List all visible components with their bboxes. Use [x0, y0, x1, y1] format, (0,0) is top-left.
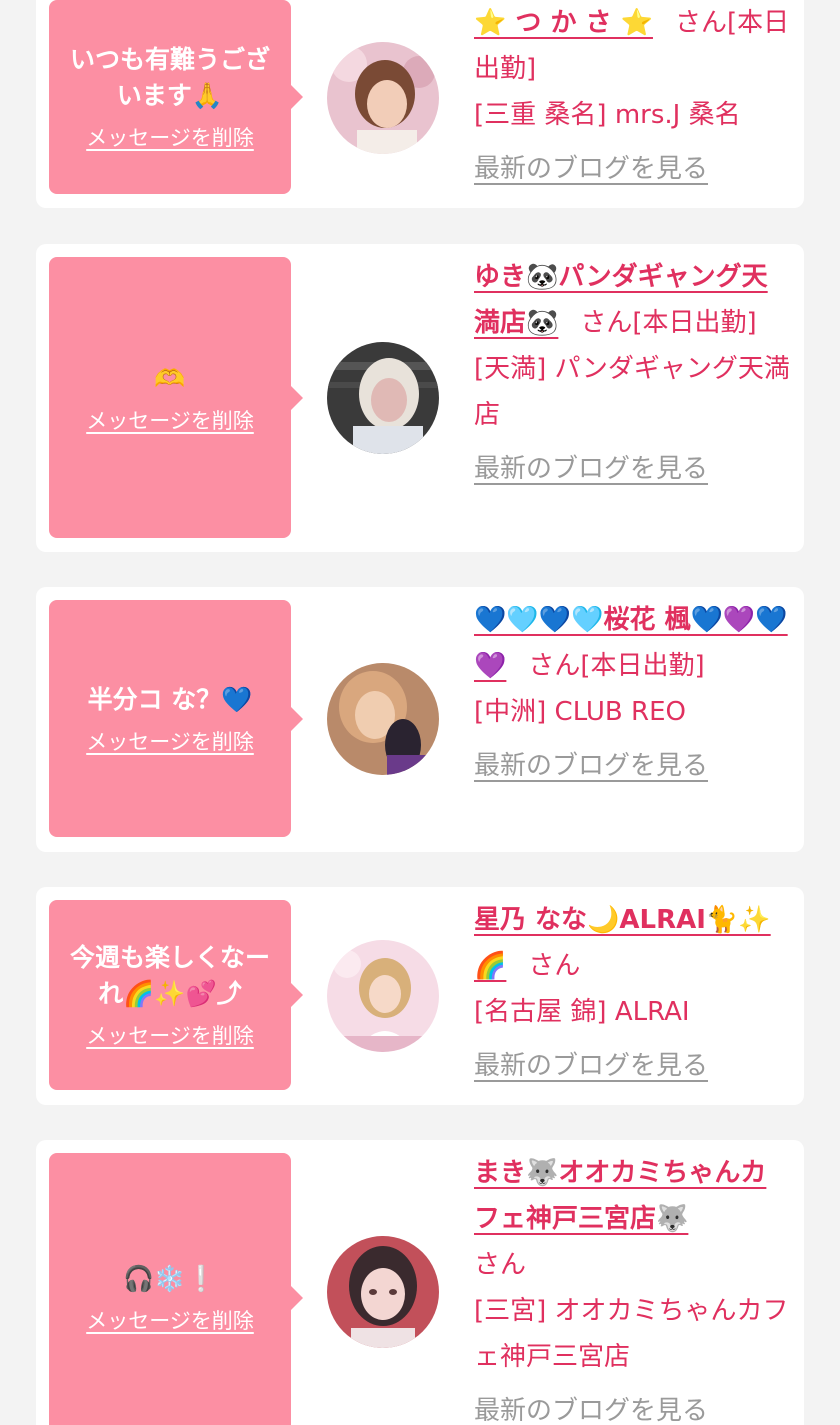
message-bubble: 🫶 メッセージを削除 [49, 257, 303, 538]
message-card: 🫶 メッセージを削除 ゆき🐼パンダギャング天満店🐼 さん[本日出勤] [天満] パ… [36, 244, 804, 552]
message-card: 🎧❄️❕ メッセージを削除 まき🐺オオカミちゃんカフェ神戸三宮店🐺 さん [三宮… [36, 1140, 804, 1425]
view-blog-link[interactable]: 最新のブログを見る [474, 146, 708, 192]
honorific-label: さん [580, 308, 633, 338]
avatar-photo [327, 663, 439, 775]
delete-message-link[interactable]: メッセージを削除 [86, 1305, 254, 1335]
cast-name-link[interactable]: 星乃 なな🌙ALRAI🐈✨🌈 [474, 905, 771, 981]
delete-message-link[interactable]: メッセージを削除 [86, 1020, 254, 1050]
message-bubble: 🎧❄️❕ メッセージを削除 [49, 1153, 303, 1425]
message-card: 今週も楽しくなーれ🌈✨💕⤴ メッセージを削除 星乃 なな🌙ALRAI🐈✨🌈 さん … [36, 887, 804, 1105]
cast-info: ゆき🐼パンダギャング天満店🐼 さん[本日出勤] [天満] パンダギャング天満店 最… [474, 254, 792, 492]
message-bubble: いつも有難うございます🙏 メッセージを削除 [49, 0, 303, 194]
honorific-label: さん [674, 8, 727, 38]
avatar[interactable] [327, 42, 439, 154]
attendance-status: [本日出勤] [580, 651, 705, 681]
honorific-label: さん [528, 651, 581, 681]
message-text: 今週も楽しくなーれ🌈✨💕⤴ [69, 943, 270, 1008]
message-card: 半分コ な？💙 メッセージを削除 💙🩵💙🩵桜花 楓💙💜💙💜 さん[本日出勤] [中… [36, 587, 804, 852]
message-list: いつも有難うございます🙏 メッセージを削除 ⭐️ つ か さ ⭐️ さん[本日出勤… [0, 0, 840, 1425]
message-text: 半分コ な？💙 [87, 684, 253, 714]
avatar[interactable] [327, 342, 439, 454]
view-blog-link[interactable]: 最新のブログを見る [474, 1043, 708, 1089]
shop-label: [中洲] CLUB REO [474, 697, 686, 727]
message-bubble: 今週も楽しくなーれ🌈✨💕⤴ メッセージを削除 [49, 900, 303, 1090]
shop-label: [天満] パンダギャング天満店 [474, 354, 790, 430]
message-card: いつも有難うございます🙏 メッセージを削除 ⭐️ つ か さ ⭐️ さん[本日出勤… [36, 0, 804, 208]
honorific-label: さん [528, 951, 581, 981]
cast-info: 星乃 なな🌙ALRAI🐈✨🌈 さん [名古屋 錦] ALRAI 最新のブログを見る [474, 897, 792, 1089]
message-bubble: 半分コ な？💙 メッセージを削除 [49, 600, 303, 837]
delete-message-link[interactable]: メッセージを削除 [86, 122, 254, 152]
delete-message-link[interactable]: メッセージを削除 [86, 405, 254, 435]
delete-message-link[interactable]: メッセージを削除 [86, 726, 254, 756]
cast-info: ⭐️ つ か さ ⭐️ さん[本日出勤] [三重 桑名] mrs.J 桑名 最新の… [474, 0, 792, 192]
view-blog-link[interactable]: 最新のブログを見る [474, 1388, 708, 1425]
cast-name-link[interactable]: ⭐️ つ か さ ⭐️ [474, 8, 653, 38]
message-text: いつも有難うございます🙏 [69, 45, 270, 110]
avatar-photo [327, 1236, 439, 1348]
view-blog-link[interactable]: 最新のブログを見る [474, 743, 708, 789]
honorific-label: さん [474, 1250, 527, 1280]
avatar[interactable] [327, 663, 439, 775]
shop-label: [三宮] オオカミちゃんカフェ神戸三宮店 [474, 1296, 789, 1372]
avatar-photo [327, 42, 439, 154]
message-text: 🫶 [154, 363, 186, 393]
avatar[interactable] [327, 1236, 439, 1348]
message-text: 🎧❄️❕ [123, 1264, 217, 1293]
cast-info: 💙🩵💙🩵桜花 楓💙💜💙💜 さん[本日出勤] [中洲] CLUB REO 最新のブロ… [474, 597, 792, 789]
shop-label: [三重 桑名] mrs.J 桑名 [474, 100, 741, 130]
cast-info: まき🐺オオカミちゃんカフェ神戸三宮店🐺 さん [三宮] オオカミちゃんカフェ神戸… [474, 1150, 792, 1425]
shop-label: [名古屋 錦] ALRAI [474, 997, 690, 1027]
avatar[interactable] [327, 940, 439, 1052]
view-blog-link[interactable]: 最新のブログを見る [474, 446, 708, 492]
attendance-status: [本日出勤] [632, 308, 757, 338]
avatar-photo [327, 342, 439, 454]
avatar-photo [327, 940, 439, 1052]
cast-name-link[interactable]: まき🐺オオカミちゃんカフェ神戸三宮店🐺 [474, 1158, 766, 1234]
